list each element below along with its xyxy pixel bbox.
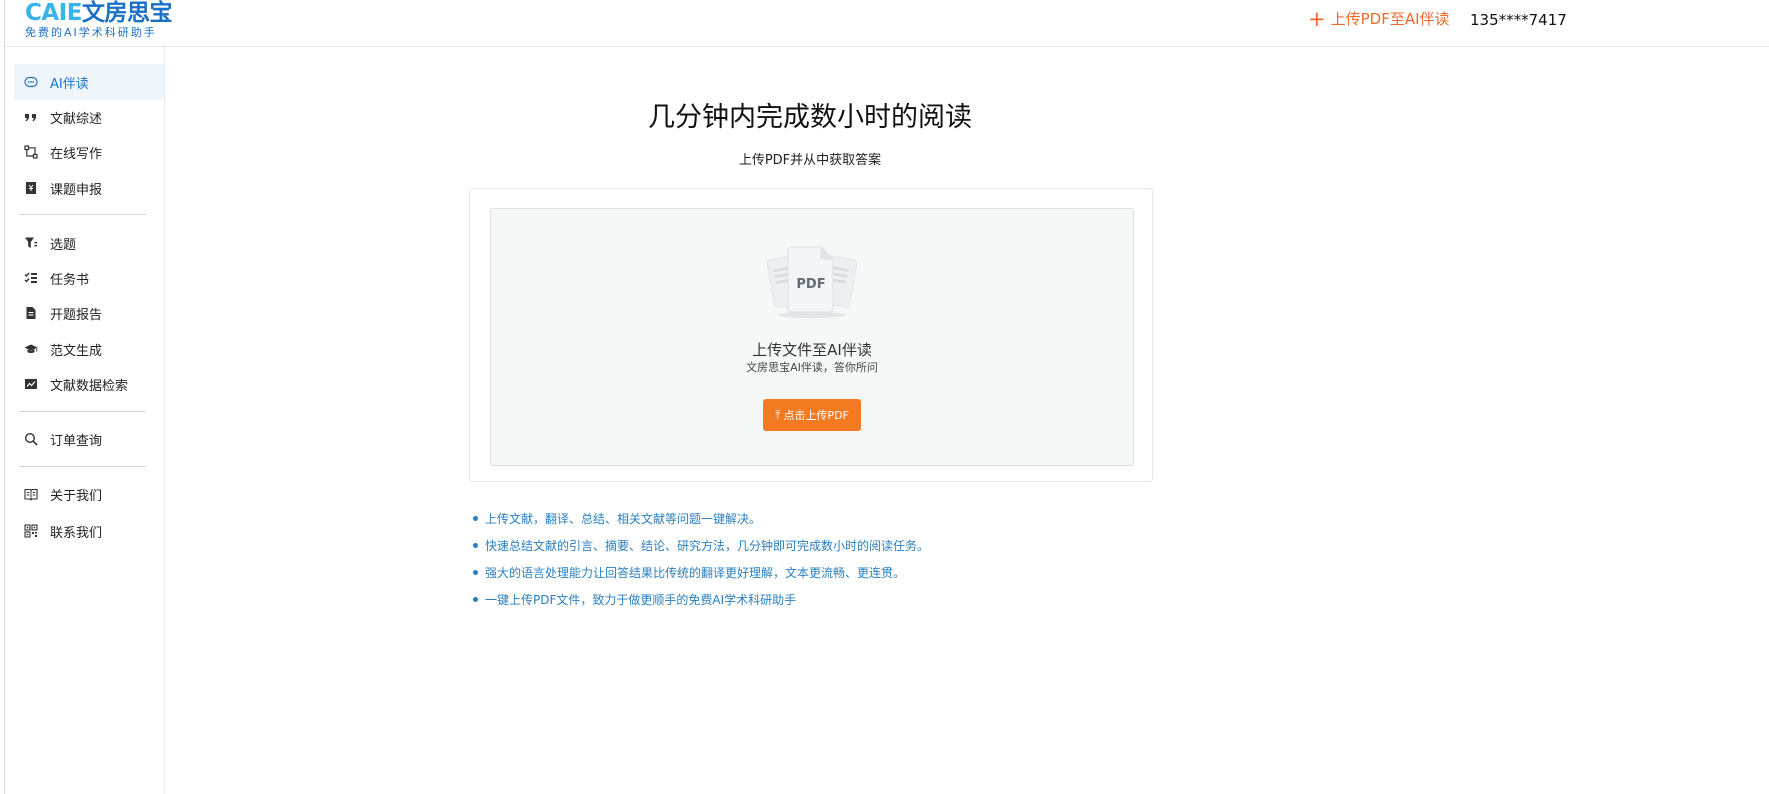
graduation-cap-icon	[24, 342, 38, 356]
bookmark-icon	[24, 181, 38, 195]
sidebar-item-topic-selection[interactable]: 选题	[14, 225, 164, 261]
sidebar-item-label: 范文生成	[50, 343, 103, 359]
chart-image-icon	[24, 377, 38, 391]
sidebar-item-about-us[interactable]: 关于我们	[14, 476, 164, 512]
sidebar-item-ai-reading[interactable]: AI伴读	[14, 64, 164, 100]
header-upload-pdf-link[interactable]: + 上传PDF至AI伴读	[1308, 8, 1450, 30]
sidebar-item-task-book[interactable]: 任务书	[14, 260, 164, 296]
sidebar-item-label: 选题	[50, 237, 77, 253]
sidebar-item-online-writing[interactable]: 在线写作	[14, 134, 164, 170]
bullet-dot-icon	[473, 597, 478, 602]
feature-item: 上传文献，翻译、总结、相关文献等问题一键解决。	[473, 505, 929, 532]
feature-item: 一键上传PDF文件，致力于做更顺手的免费AI学术科研助手	[473, 586, 929, 613]
sidebar-item-label: 文献综述	[50, 111, 103, 127]
sidebar-item-label: AI伴读	[50, 76, 89, 92]
feature-text: 强大的语言处理能力让回答结果比传统的翻译更好理解，文本更流畅、更连贯。	[485, 566, 906, 580]
upload-pdf-button[interactable]: ⤒ 点击上传PDF	[763, 399, 861, 431]
sidebar-item-sample-essay[interactable]: 范文生成	[14, 331, 164, 367]
upload-card: PDF 上传文件至AI伴读 文房思宝AI伴读，答你所问 ⤒ 点击上传PDF	[469, 188, 1153, 482]
dropzone-subtitle: 文房思宝AI伴读，答你所问	[746, 361, 878, 374]
sidebar-item-label: 课题申报	[50, 182, 103, 198]
user-account-phone[interactable]: 135****7417	[1470, 9, 1567, 31]
book-open-icon	[24, 487, 38, 501]
qrcode-icon	[24, 524, 38, 538]
upload-button-label: 点击上传PDF	[783, 409, 849, 422]
sidebar-item-label: 联系我们	[50, 525, 103, 541]
pdf-file-icon: PDF	[765, 243, 859, 319]
sidebar-item-label: 任务书	[50, 272, 90, 288]
page-subtitle: 上传PDF并从中获取答案	[738, 153, 882, 168]
logo-cn: 文房思宝	[81, 0, 173, 26]
sidebar-item-project-application[interactable]: 课题申报	[14, 170, 164, 206]
sidebar-divider	[19, 411, 146, 412]
feature-text: 上传文献，翻译、总结、相关文献等问题一键解决。	[485, 512, 762, 526]
plus-icon: +	[1308, 7, 1326, 31]
bullet-dot-icon	[473, 570, 478, 575]
sidebar-item-literature-review[interactable]: 文献综述	[14, 99, 164, 135]
feature-text: 快速总结文献的引言、摘要、结论、研究方法，几分钟即可完成数小时的阅读任务。	[485, 539, 930, 553]
logo-en: CAIE	[25, 0, 82, 26]
header-upload-label: 上传PDF至AI伴读	[1330, 10, 1450, 28]
search-icon	[24, 432, 38, 446]
top-header: CAIE文房思宝 免费的AI学术科研助手 + 上传PDF至AI伴读 135****…	[5, 0, 1769, 47]
sidebar-item-order-query[interactable]: 订单查询	[14, 421, 164, 457]
sidebar-item-proposal-report[interactable]: 开题报告	[14, 295, 164, 331]
report-icon	[24, 306, 38, 320]
pdf-dropzone[interactable]: PDF 上传文件至AI伴读 文房思宝AI伴读，答你所问 ⤒ 点击上传PDF	[490, 208, 1134, 466]
filter-icon	[24, 236, 38, 250]
logo-tagline: 免费的AI学术科研助手	[25, 26, 157, 39]
sidebar-item-contact-us[interactable]: 联系我们	[14, 513, 164, 549]
sidebar-item-label: 开题报告	[50, 307, 103, 323]
chat-bubble-icon	[24, 75, 38, 89]
sidebar-item-label: 关于我们	[50, 488, 103, 504]
sidebar-item-label: 订单查询	[50, 433, 103, 449]
upload-arrow-icon: ⤒	[775, 407, 781, 422]
tasklist-icon	[24, 271, 38, 285]
page-title: 几分钟内完成数小时的阅读	[648, 102, 972, 133]
flow-icon	[24, 145, 38, 159]
sidebar-divider	[19, 214, 146, 215]
bullet-dot-icon	[473, 516, 478, 521]
feature-item: 快速总结文献的引言、摘要、结论、研究方法，几分钟即可完成数小时的阅读任务。	[473, 532, 929, 559]
logo-wordmark: CAIE文房思宝	[25, 0, 172, 26]
sidebar: AI伴读 文献综述 在线写作 课题申报 选题 任务书 开题报告 范文生成 文献数…	[5, 47, 165, 794]
sidebar-divider	[19, 466, 146, 467]
sidebar-item-label: 在线写作	[50, 146, 103, 162]
pdf-badge-text: PDF	[796, 277, 825, 292]
dropzone-title: 上传文件至AI伴读	[752, 341, 872, 359]
sidebar-item-literature-search[interactable]: 文献数据检索	[14, 366, 164, 402]
logo[interactable]: CAIE文房思宝 免费的AI学术科研助手	[25, 0, 172, 40]
feature-text: 一键上传PDF文件，致力于做更顺手的免费AI学术科研助手	[485, 593, 797, 607]
quote-icon	[24, 110, 38, 124]
sidebar-item-label: 文献数据检索	[50, 378, 129, 394]
feature-item: 强大的语言处理能力让回答结果比传统的翻译更好理解，文本更流畅、更连贯。	[473, 559, 929, 586]
feature-list: 上传文献，翻译、总结、相关文献等问题一键解决。 快速总结文献的引言、摘要、结论、…	[473, 505, 929, 613]
bullet-dot-icon	[473, 543, 478, 548]
